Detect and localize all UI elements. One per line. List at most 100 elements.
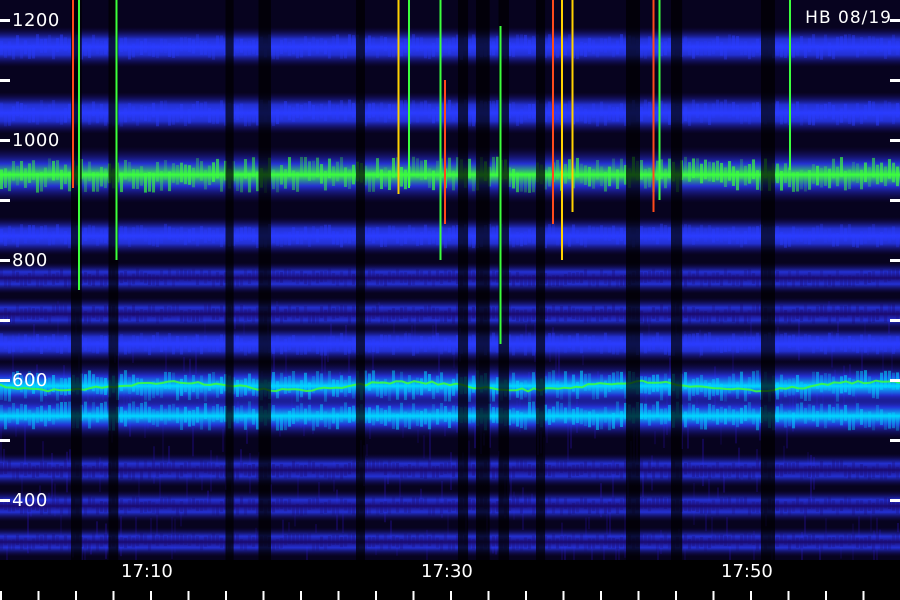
band-texture <box>144 272 147 284</box>
band-texture <box>668 497 671 508</box>
band-texture <box>620 227 623 242</box>
band-texture <box>580 106 583 121</box>
band-texture <box>644 403 647 420</box>
band-texture <box>748 337 751 350</box>
band-texture <box>84 105 87 121</box>
band-texture <box>244 269 247 281</box>
band-texture <box>800 501 803 513</box>
band-texture <box>376 340 379 354</box>
band-texture <box>160 171 163 191</box>
band-texture <box>800 402 803 419</box>
band-texture <box>688 224 691 238</box>
band-texture <box>588 225 591 239</box>
band-texture <box>776 340 779 354</box>
band-texture <box>864 412 867 428</box>
band-texture <box>752 273 755 284</box>
band-texture <box>612 43 615 58</box>
band-texture <box>16 408 19 425</box>
band-texture <box>384 378 387 396</box>
band-texture <box>728 103 731 119</box>
band-texture <box>524 105 527 121</box>
band-texture <box>0 312 3 325</box>
band-texture <box>756 170 759 190</box>
band-texture <box>412 227 415 241</box>
band-texture <box>372 307 375 320</box>
band-texture <box>472 464 475 476</box>
band-texture <box>128 467 131 479</box>
band-texture <box>288 41 291 56</box>
band-texture <box>512 342 515 356</box>
band-texture <box>164 462 167 474</box>
band-texture <box>648 461 651 473</box>
band-texture <box>404 271 407 283</box>
band-texture <box>236 39 239 54</box>
x-tick <box>187 591 190 600</box>
band-texture <box>100 536 103 547</box>
band-texture <box>236 275 239 287</box>
band-texture <box>144 106 147 121</box>
band-texture <box>436 37 439 52</box>
band-texture <box>564 103 567 119</box>
band-texture <box>284 338 287 352</box>
x-tick-label-1750: 17:50 <box>721 561 773 582</box>
band-texture <box>896 502 899 514</box>
band-texture <box>840 337 843 351</box>
band-texture <box>720 340 723 354</box>
band-texture <box>556 538 559 549</box>
band-texture <box>468 111 471 127</box>
band-texture <box>712 339 715 352</box>
band-texture <box>712 229 715 243</box>
band-texture <box>880 303 883 315</box>
band-texture <box>340 375 343 393</box>
band-texture <box>124 370 127 388</box>
band-texture <box>200 459 203 472</box>
band-texture <box>284 38 287 53</box>
band-texture <box>52 334 55 347</box>
band-texture <box>616 106 619 122</box>
band-texture <box>572 374 575 392</box>
band-texture <box>732 409 735 426</box>
x-tick <box>112 591 115 600</box>
band-texture <box>804 407 807 424</box>
band-texture <box>692 231 695 246</box>
band-texture <box>296 172 299 192</box>
band-texture <box>620 34 623 49</box>
band-texture <box>668 538 671 549</box>
band-texture <box>64 334 67 348</box>
band-texture <box>700 342 703 356</box>
band-texture <box>420 499 423 510</box>
band-texture <box>304 408 307 425</box>
band-texture <box>252 108 255 123</box>
band-texture <box>184 36 187 51</box>
band-texture <box>584 540 587 552</box>
band-texture <box>640 106 643 122</box>
band-texture <box>788 539 791 550</box>
band-texture <box>720 406 723 423</box>
band-texture <box>240 338 243 351</box>
band-texture <box>384 167 387 187</box>
band-texture <box>596 414 599 430</box>
band-texture <box>692 44 695 59</box>
band-texture <box>212 463 215 475</box>
band-texture <box>344 106 347 121</box>
band-texture <box>592 500 595 512</box>
band-texture <box>60 341 63 354</box>
band-texture <box>664 533 667 544</box>
band-texture <box>56 340 59 354</box>
band-texture <box>524 413 527 430</box>
band-texture <box>412 274 415 286</box>
band-texture <box>648 338 651 352</box>
band-texture <box>388 405 391 422</box>
band-texture <box>328 536 331 547</box>
band-texture <box>104 111 107 126</box>
band-texture <box>68 313 71 325</box>
band-texture <box>580 340 583 354</box>
band-texture <box>704 103 707 118</box>
band-texture <box>880 409 883 426</box>
band-texture <box>292 271 295 283</box>
band-texture <box>512 308 515 320</box>
band-texture <box>608 414 611 431</box>
band-texture <box>588 276 591 288</box>
band-texture <box>868 272 871 283</box>
band-texture <box>152 335 155 348</box>
